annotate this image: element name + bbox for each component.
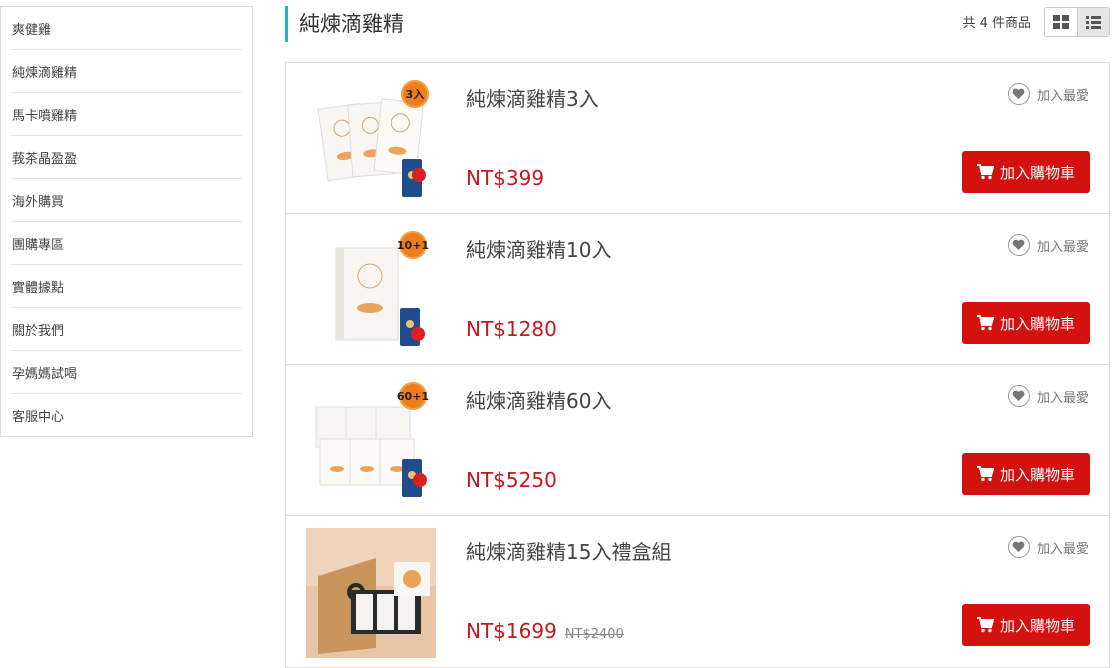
list-icon <box>1085 15 1101 29</box>
add-to-cart-button[interactable]: 加入購物車 <box>962 151 1090 193</box>
listing-header: 純煉滴雞精 共 4 件商品 <box>285 6 1111 42</box>
current-price: NT$1280 <box>466 317 557 341</box>
add-to-favorites-button[interactable]: 加入最愛 <box>1007 83 1089 105</box>
sidebar-item-overseas-purchase[interactable]: 海外購買 <box>11 179 242 222</box>
product-image[interactable]: 60+1 <box>306 377 436 507</box>
cart-icon <box>976 617 994 633</box>
view-toggle <box>1044 7 1110 37</box>
product-name[interactable]: 純煉滴雞精10入 <box>466 234 611 263</box>
heart-icon <box>1007 385 1030 407</box>
add-to-cart-button[interactable]: 加入購物車 <box>962 302 1090 344</box>
grid-view-button[interactable] <box>1045 8 1077 36</box>
heart-icon <box>1007 234 1030 256</box>
add-to-cart-button[interactable]: 加入購物車 <box>962 453 1090 495</box>
product-name[interactable]: 純煉滴雞精15入禮盒組 <box>466 536 671 565</box>
add-to-cart-label: 加入購物車 <box>999 163 1075 182</box>
product-image[interactable] <box>306 528 436 658</box>
product-price: NT$1280 <box>466 317 557 341</box>
quantity-badge: 3入 <box>401 80 429 108</box>
product-row: 3入 純煉滴雞精3入 NT$399 加入最愛 加入購物車 <box>286 63 1109 214</box>
current-price: NT$1699 <box>466 619 557 643</box>
product-count: 共 4 件商品 <box>962 16 1031 31</box>
product-image[interactable]: 3入 <box>306 75 436 205</box>
current-price: NT$399 <box>466 166 545 190</box>
product-image[interactable]: 10+1 <box>306 226 436 356</box>
add-to-cart-label: 加入購物車 <box>999 616 1075 635</box>
sidebar-item-pregnant-trial[interactable]: 孕媽媽試喝 <box>11 351 242 394</box>
add-to-favorites-button[interactable]: 加入最愛 <box>1007 385 1089 407</box>
product-row: 純煉滴雞精15入禮盒組 NT$1699 NT$2400 加入最愛 加入購物車 <box>286 516 1109 667</box>
product-name[interactable]: 純煉滴雞精60入 <box>466 385 611 414</box>
cart-icon <box>976 315 994 331</box>
original-price: NT$2400 <box>564 627 624 642</box>
quantity-badge: 10+1 <box>397 231 429 259</box>
product-price: NT$5250 <box>466 468 557 492</box>
add-to-cart-button[interactable]: 加入購物車 <box>962 604 1090 646</box>
sidebar-menu: 爽健雞 純煉滴雞精 馬卡噴雞精 莪茶晶盈盈 海外購買 團購專區 實體據點 關於我… <box>0 6 253 437</box>
sidebar-item-chun-lian-di-ji-jing[interactable]: 純煉滴雞精 <box>11 50 242 93</box>
grid-icon <box>1052 15 1069 29</box>
current-price: NT$5250 <box>466 468 557 492</box>
sidebar-item-physical-stores[interactable]: 實體據點 <box>11 265 242 308</box>
product-row: 10+1 純煉滴雞精10入 NT$1280 加入最愛 加入購物車 <box>286 214 1109 365</box>
product-name[interactable]: 純煉滴雞精3入 <box>466 83 599 112</box>
favorites-label: 加入最愛 <box>1036 390 1089 406</box>
heart-icon <box>1007 83 1030 105</box>
cart-icon <box>976 164 994 180</box>
sidebar-item-group-buy[interactable]: 團購專區 <box>11 222 242 265</box>
product-price: NT$1699 NT$2400 <box>466 619 624 643</box>
sidebar-item-e-cha-jing[interactable]: 莪茶晶盈盈 <box>11 136 242 179</box>
sidebar-item-about-us[interactable]: 關於我們 <box>11 308 242 351</box>
sidebar-item-customer-service[interactable]: 客服中心 <box>11 394 242 436</box>
quantity-badge: 60+1 <box>397 382 429 410</box>
sidebar-item-shuang-jian-ji[interactable]: 爽健雞 <box>11 7 242 50</box>
favorites-label: 加入最愛 <box>1036 541 1089 557</box>
favorites-label: 加入最愛 <box>1036 88 1089 104</box>
heart-icon <box>1007 536 1030 558</box>
add-to-favorites-button[interactable]: 加入最愛 <box>1007 536 1089 558</box>
product-row: 60+1 純煉滴雞精60入 NT$5250 加入最愛 加入購物車 <box>286 365 1109 516</box>
product-list: 3入 純煉滴雞精3入 NT$399 加入最愛 加入購物車 10+1 純煉滴雞精1… <box>285 62 1110 668</box>
add-to-cart-label: 加入購物車 <box>999 465 1075 484</box>
add-to-cart-label: 加入購物車 <box>999 314 1075 333</box>
cart-icon <box>976 466 994 482</box>
sidebar-item-ma-ka-pen-ji-jing[interactable]: 馬卡噴雞精 <box>11 93 242 136</box>
product-price: NT$399 <box>466 166 544 190</box>
favorites-label: 加入最愛 <box>1036 239 1089 255</box>
list-view-button[interactable] <box>1076 8 1109 36</box>
page-title: 純煉滴雞精 <box>285 6 404 42</box>
add-to-favorites-button[interactable]: 加入最愛 <box>1007 234 1089 256</box>
